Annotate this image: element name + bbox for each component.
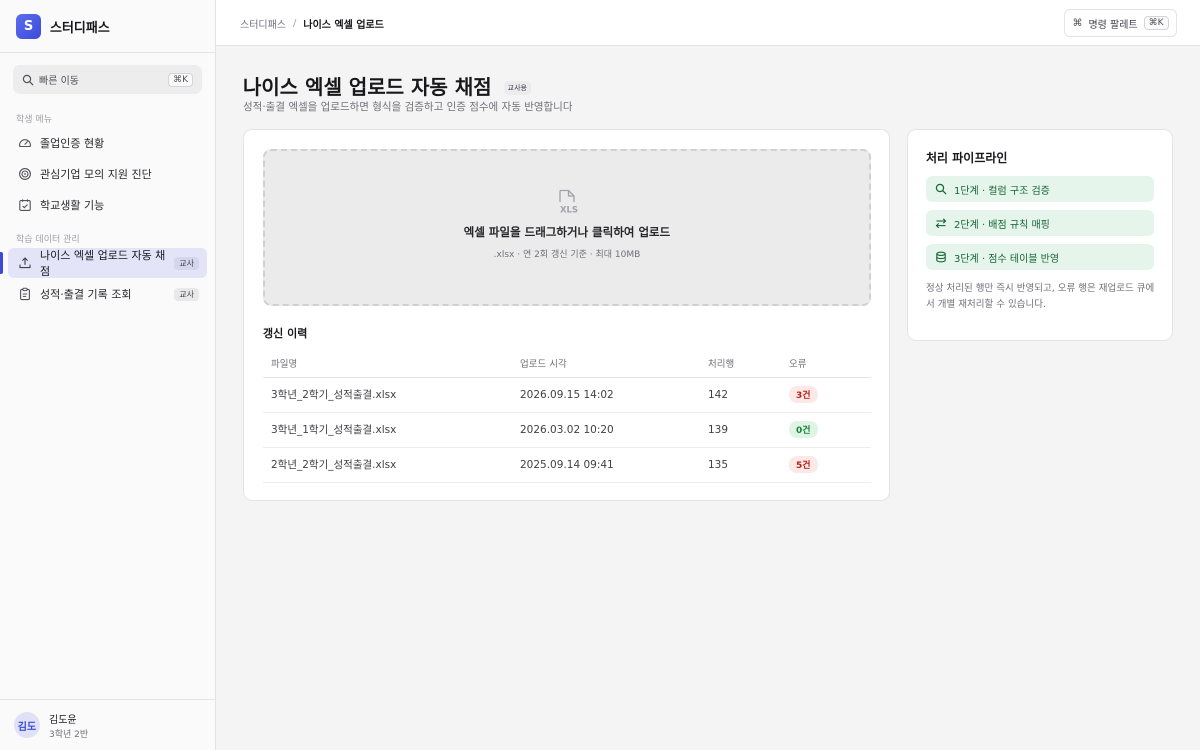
table-row[interactable]: 3학년_1학기_성적출결.xlsx 2026.03.02 10:20 139 0… bbox=[263, 412, 871, 448]
table-row[interactable]: 3학년_2학기_성적출결.xlsx 2026.09.15 14:02 142 3… bbox=[263, 377, 871, 413]
page-header: 나이스 엑셀 업로드 자동 채점 교사용 bbox=[243, 71, 531, 100]
sidebar-item-school-life[interactable]: 학교생활 기능 bbox=[8, 190, 207, 220]
command-palette-shortcut: ⌘K bbox=[1143, 16, 1169, 30]
avatar: 김도 bbox=[14, 712, 40, 738]
nav-group-label-data: 학습 데이터 관리 bbox=[16, 235, 80, 245]
upload-card: XLS 엑셀 파일을 드래그하거나 클릭하여 업로드 .xlsx · 연 2회 … bbox=[243, 129, 890, 501]
sidebar: S 스터디패스 빠른 이동 ⌘K 학생 메뉴 졸업인증 현황 관심기업 모의 지… bbox=[0, 0, 216, 750]
column-header-errors[interactable]: 오류 bbox=[781, 349, 871, 378]
target-icon bbox=[18, 167, 32, 181]
column-header-file[interactable]: 파일명 bbox=[263, 349, 512, 378]
teacher-tag: 교사 bbox=[174, 287, 199, 301]
cell-errors: 0건 bbox=[781, 412, 871, 448]
sidebar-item-label: 성적·출결 기록 조회 bbox=[40, 288, 132, 301]
breadcrumb-separator: / bbox=[293, 18, 297, 29]
sidebar-item-company-diagnosis[interactable]: 관심기업 모의 지원 진단 bbox=[8, 159, 207, 189]
active-indicator bbox=[0, 252, 3, 274]
file-dropzone[interactable]: XLS 엑셀 파일을 드래그하거나 클릭하여 업로드 .xlsx · 연 2회 … bbox=[263, 149, 871, 306]
cell-errors: 5건 bbox=[781, 447, 871, 483]
cell-time: 2025.09.14 09:41 bbox=[512, 447, 700, 483]
upload-icon bbox=[18, 256, 32, 270]
history-title: 갱신 이력 bbox=[263, 327, 308, 340]
pipeline-step-3: 3단계 · 점수 테이블 반영 bbox=[926, 244, 1154, 270]
xls-label: XLS bbox=[560, 206, 578, 216]
error-count-badge[interactable]: 5건 bbox=[789, 456, 818, 473]
sidebar-item-label: 학교생활 기능 bbox=[40, 199, 105, 212]
nav-group-label-student: 학생 메뉴 bbox=[16, 115, 52, 125]
column-header-time[interactable]: 업로드 시각 bbox=[512, 349, 700, 378]
cell-file: 2학년_2학기_성적출결.xlsx bbox=[263, 447, 512, 483]
sidebar-item-label: 졸업인증 현황 bbox=[40, 137, 105, 150]
table-header-row: 파일명 업로드 시각 처리행 오류 bbox=[263, 349, 871, 378]
user-profile[interactable]: 김도 김도윤 3학년 2반 bbox=[0, 699, 215, 750]
cell-rows: 139 bbox=[700, 412, 781, 448]
pipeline-card: 처리 파이프라인 1단계 · 컬럼 구조 검증 2단계 · 배점 규칙 매핑 3… bbox=[907, 129, 1173, 341]
clipboard-icon bbox=[18, 287, 32, 301]
user-name: 김도윤 bbox=[49, 714, 77, 726]
error-count-badge[interactable]: 3건 bbox=[789, 386, 818, 403]
brand-logo: S bbox=[16, 13, 41, 39]
cell-file: 3학년_2학기_성적출결.xlsx bbox=[263, 377, 512, 413]
pipeline-step-2: 2단계 · 배점 규칙 매핑 bbox=[926, 210, 1154, 236]
dashboard-gauge-icon bbox=[18, 136, 32, 150]
pipeline-step-label: 3단계 · 점수 테이블 반영 bbox=[954, 253, 1060, 265]
cell-rows: 135 bbox=[700, 447, 781, 483]
quick-search-placeholder: 빠른 이동 bbox=[39, 76, 79, 87]
teacher-only-badge: 교사용 bbox=[503, 80, 531, 95]
cell-time: 2026.03.02 10:20 bbox=[512, 412, 700, 448]
swap-arrows-icon bbox=[935, 217, 947, 229]
brand[interactable]: S 스터디패스 bbox=[0, 0, 215, 53]
teacher-tag: 교사 bbox=[174, 256, 199, 270]
sidebar-item-label: 관심기업 모의 지원 진단 bbox=[40, 168, 152, 181]
dropzone-title: 엑셀 파일을 드래그하거나 클릭하여 업로드 bbox=[463, 225, 671, 239]
user-meta: 김도윤 3학년 2반 bbox=[49, 711, 88, 740]
pipeline-step-label: 2단계 · 배점 규칙 매핑 bbox=[954, 219, 1050, 231]
breadcrumb: 스터디패스 / 나이스 엑셀 업로드 bbox=[240, 16, 384, 31]
error-count-badge[interactable]: 0건 bbox=[789, 421, 818, 438]
column-header-rows[interactable]: 처리행 bbox=[700, 349, 781, 378]
quick-search-shortcut: ⌘K bbox=[168, 72, 193, 87]
sidebar-item-graduation-status[interactable]: 졸업인증 현황 bbox=[8, 128, 207, 158]
sidebar-item-label: 나이스 엑셀 업로드 자동 채점 bbox=[40, 249, 166, 278]
table-row[interactable]: 2학년_2학기_성적출결.xlsx 2025.09.14 09:41 135 5… bbox=[263, 447, 871, 483]
sidebar-item-nice-upload[interactable]: 나이스 엑셀 업로드 자동 채점 교사 bbox=[8, 248, 207, 278]
pipeline-note: 정상 처리된 행만 즉시 반영되고, 오류 행은 재업로드 큐에서 개별 재처리… bbox=[926, 283, 1155, 310]
brand-name: 스터디패스 bbox=[50, 20, 110, 36]
page-subtitle: 성적·출결 엑셀을 업로드하면 형식을 검증하고 인증 점수에 자동 반영합니다 bbox=[243, 101, 573, 113]
breadcrumb-current: 나이스 엑셀 업로드 bbox=[303, 20, 384, 31]
database-icon bbox=[935, 251, 947, 263]
calendar-check-icon bbox=[18, 198, 32, 212]
command-palette-label: 명령 팔레트 bbox=[1088, 19, 1138, 31]
cell-file: 3학년_1학기_성적출결.xlsx bbox=[263, 412, 512, 448]
quick-search-input[interactable]: 빠른 이동 ⌘K bbox=[13, 65, 202, 94]
dropzone-hint: .xlsx · 연 2회 갱신 기준 · 최대 10MB bbox=[493, 250, 641, 260]
cell-rows: 142 bbox=[700, 377, 781, 413]
breadcrumb-home[interactable]: 스터디패스 bbox=[240, 16, 286, 31]
page-title: 나이스 엑셀 업로드 자동 채점 bbox=[243, 75, 492, 99]
command-icon: ⌘ bbox=[1072, 17, 1083, 29]
xls-file-icon: XLS bbox=[559, 189, 578, 216]
history-table: 파일명 업로드 시각 처리행 오류 3학년_2학기_성적출결.xlsx 2026… bbox=[263, 349, 871, 483]
command-palette-button[interactable]: ⌘ 명령 팔레트 ⌘K bbox=[1064, 9, 1177, 37]
search-icon bbox=[22, 74, 34, 86]
cell-errors: 3건 bbox=[781, 377, 871, 413]
search-icon bbox=[935, 183, 947, 195]
sidebar-item-records[interactable]: 성적·출결 기록 조회 교사 bbox=[8, 279, 207, 309]
user-class: 3학년 2반 bbox=[49, 729, 89, 740]
pipeline-step-label: 1단계 · 컬럼 구조 검증 bbox=[954, 185, 1050, 197]
topbar: 스터디패스 / 나이스 엑셀 업로드 ⌘ 명령 팔레트 ⌘K bbox=[216, 0, 1200, 46]
cell-time: 2026.09.15 14:02 bbox=[512, 377, 700, 413]
pipeline-title: 처리 파이프라인 bbox=[926, 151, 1008, 165]
pipeline-step-1: 1단계 · 컬럼 구조 검증 bbox=[926, 176, 1154, 202]
